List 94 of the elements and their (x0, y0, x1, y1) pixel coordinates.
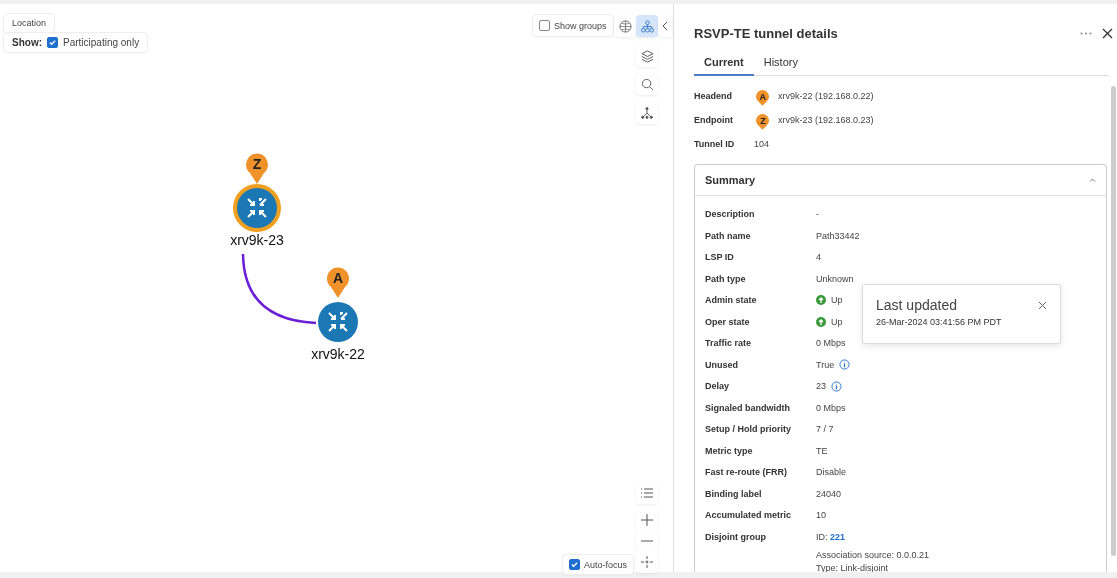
show-groups-control[interactable]: Show groups (533, 15, 613, 36)
row-value: True (816, 358, 835, 371)
tab[interactable]: History (753, 56, 808, 76)
close-icon (1102, 27, 1113, 39)
fit-view-button[interactable] (636, 551, 658, 573)
field-label: Tunnel ID (694, 139, 736, 149)
collapse-toggle[interactable] (1089, 178, 1096, 182)
row-label: Traffic rate (705, 337, 753, 349)
scrollbar[interactable] (1111, 86, 1116, 556)
row-value: 0 Mbps (816, 337, 846, 349)
close-button[interactable] (1102, 27, 1113, 39)
row-label: Fast re-route (FRR) (705, 466, 788, 478)
marker-pin: Z (246, 153, 268, 184)
status-up-icon (816, 295, 826, 305)
row-label: Binding label (705, 487, 763, 500)
row-value: 23 (816, 380, 826, 392)
chevron-icon (1089, 178, 1096, 182)
row-value: 0 Mbps (816, 401, 846, 414)
auto-focus-label: Auto-focus (584, 559, 628, 570)
layers-icon (640, 49, 654, 63)
row-value: ID: 221 (816, 530, 847, 543)
row-label: Disjoint group (705, 530, 767, 543)
collapse-button[interactable] (658, 15, 672, 37)
field-label: Endpoint (694, 115, 734, 125)
node-label: xrv9k-23 (230, 232, 284, 248)
tab[interactable]: Current (694, 56, 754, 76)
row-value: Path33442 (816, 229, 860, 242)
summary-title: Summary (705, 174, 756, 186)
popover-title: Last updated (876, 297, 957, 313)
panel-title: RSVP-TE tunnel details (694, 25, 839, 41)
participating-label: Participating only (63, 37, 140, 48)
hierarchy-button[interactable] (636, 102, 658, 124)
layers-button[interactable] (636, 45, 658, 67)
row-label: Path name (705, 229, 752, 242)
list-button[interactable] (636, 482, 658, 504)
row-value: 10 (816, 509, 826, 521)
field-value: 104 (754, 139, 770, 149)
close-icon (1038, 300, 1047, 310)
topology-view-button[interactable] (636, 15, 658, 37)
row-label: Signaled bandwidth (705, 401, 791, 414)
row-label: LSP ID (705, 251, 735, 263)
auto-focus-control[interactable]: Auto-focus (563, 555, 634, 574)
fit-icon (641, 556, 653, 568)
search-icon (640, 77, 654, 91)
zoom-in-button[interactable] (636, 509, 658, 531)
row-label: Admin state (705, 294, 758, 306)
more-button[interactable] (1080, 31, 1092, 35)
topology-icon (640, 19, 654, 33)
show-groups-checkbox[interactable] (539, 20, 550, 31)
chevron-left-icon (662, 21, 668, 31)
field-value: xrv9k-22 (192.168.0.22) (778, 91, 874, 101)
location-label: Location (4, 14, 55, 32)
row-label: Accumulated metric (705, 509, 793, 521)
row-value: Unknown (816, 272, 854, 285)
minus-icon (641, 540, 653, 542)
field-value: xrv9k-23 (192.168.0.23) (778, 115, 874, 125)
status-up-icon (816, 316, 826, 327)
participating-checkbox[interactable] (47, 37, 58, 48)
hierarchy-icon (641, 107, 653, 119)
row-label: Path type (705, 272, 747, 285)
globe-icon (618, 19, 632, 33)
row-value: 7 / 7 (816, 423, 834, 435)
row-value: - (816, 208, 819, 220)
list-icon (641, 488, 653, 498)
row-note: Type: Link-disjoint (816, 561, 890, 572)
search-button[interactable] (636, 73, 658, 95)
popover-text: 26-Mar-2024 03:41:56 PM PDT (876, 317, 1003, 327)
row-label: Metric type (705, 444, 754, 457)
show-label: Show: (12, 37, 42, 48)
row-value: Up (831, 315, 843, 328)
marker-pin: A (327, 267, 349, 298)
row-value: 24040 (816, 487, 842, 500)
node-label: xrv9k-22 (311, 346, 365, 362)
field-label: Headend (694, 91, 733, 101)
row-value: Up (831, 294, 843, 306)
router-node[interactable] (318, 302, 358, 342)
info-icon[interactable] (839, 359, 851, 370)
group-link[interactable]: 221 (830, 531, 846, 542)
router-node[interactable] (233, 184, 281, 232)
globe-view-button[interactable] (614, 15, 636, 37)
auto-focus-checkbox[interactable] (569, 559, 580, 570)
more-icon (1080, 31, 1092, 35)
row-value: Disable (816, 466, 846, 478)
row-value: 4 (816, 251, 821, 263)
row-label: Unused (705, 358, 739, 371)
info-icon[interactable] (831, 380, 842, 392)
row-label: Description (705, 208, 756, 220)
row-label: Delay (705, 380, 731, 392)
row-note: Association source: 0.0.0.21 (816, 548, 930, 562)
plus-icon (641, 514, 653, 526)
row-value: TE (816, 444, 828, 457)
row-label: Oper state (705, 315, 751, 328)
show-groups-label: Show groups (554, 20, 607, 31)
row-label: Setup / Hold priority (705, 423, 792, 435)
